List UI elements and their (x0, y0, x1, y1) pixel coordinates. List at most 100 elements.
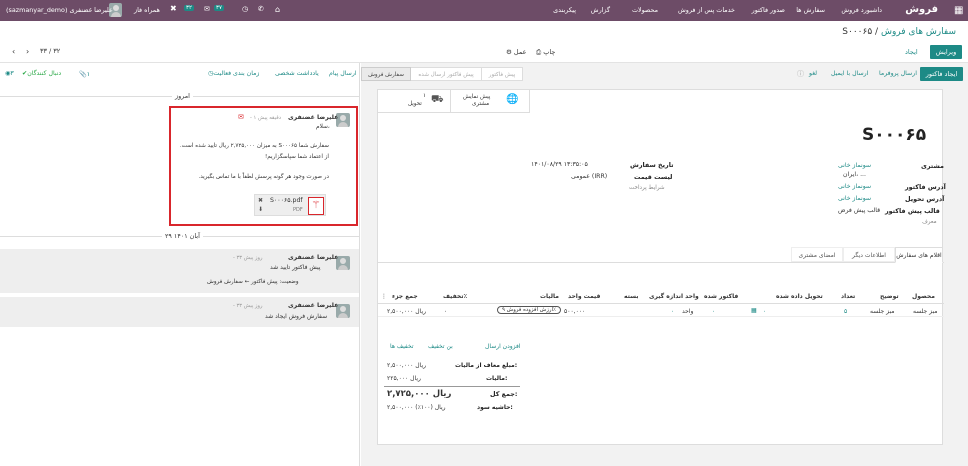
print-button[interactable]: ⎙ چاپ (536, 48, 555, 57)
cell-product[interactable]: مبز جلسه (913, 308, 938, 315)
menu-dashboard[interactable]: داشبورد فروش (841, 6, 882, 14)
col-delivered[interactable]: تحویل داده شده (776, 293, 823, 300)
follow-button[interactable]: ✔دنبال کنندگان (22, 70, 61, 77)
send-proforma-button[interactable]: ارسال پروفرما (879, 70, 917, 77)
payment-terms-field[interactable]: شرایط پرداخت (629, 185, 665, 191)
taxes-amount: ۲۲۵,۰۰۰ ریال (387, 375, 421, 382)
menu-configuration[interactable]: پیکربندی (553, 6, 576, 14)
order-date-field[interactable]: ۱۴۰۱/۰۸/۲۹ ۱۳:۳۵:۰۵ (531, 161, 588, 168)
breadcrumb-parent[interactable]: سفارش های فروش (881, 27, 956, 37)
add-shipping-button[interactable]: افزودن ارسال (485, 343, 521, 350)
col-subtotal[interactable]: جمع جزء (392, 293, 418, 300)
download-icon[interactable]: ⬇ (258, 206, 263, 213)
message-3-text: سفارش فروش ایجاد شد (265, 313, 328, 320)
message-2-tracking: وضعیت: پیش فاکتور ← سفارش فروش (207, 279, 299, 285)
remove-attachment-icon[interactable]: ✖ (258, 197, 263, 204)
column-options-icon[interactable]: ⋮ (381, 293, 387, 300)
preview-smart-button[interactable]: 🌐 پیش نمایش مشتری (450, 90, 530, 113)
invoice-address-label: آدرس فاکتور (905, 183, 946, 191)
menu-orders[interactable]: سفارش ها (796, 6, 825, 14)
pager-next-icon[interactable]: ‹ (12, 47, 15, 56)
message-2-author[interactable]: علیرضا غضنفری (288, 254, 338, 261)
message-3-author[interactable]: علیرضا غضنفری (288, 302, 338, 309)
cell-unit-price[interactable]: ۵۰۰,۰۰۰ (564, 308, 585, 315)
activity-count[interactable]: ۳۷ (214, 5, 224, 11)
cell-tax-tag[interactable]: ارزش افزوده فروش ۹٪ (497, 306, 561, 314)
cell-quantity[interactable]: ۵ (844, 308, 847, 315)
globe-icon: 🌐 (506, 94, 519, 105)
tab-order-lines[interactable]: اقلام های سفارش (895, 247, 943, 263)
col-invoiced[interactable]: فاکتور شده (704, 293, 738, 300)
app-title[interactable]: فروش (905, 4, 938, 15)
delivery-smart-button[interactable]: ⛟ ۱ تحویل (378, 90, 450, 113)
company-name[interactable]: همراه فاز (134, 6, 160, 14)
attachment-count[interactable]: 📎۱ (79, 70, 90, 78)
send-email-button[interactable]: ارسال با ایمیل (831, 70, 868, 77)
menu-products[interactable]: محصولات (632, 6, 658, 14)
gear-icon: ⚙ (506, 48, 514, 56)
col-unit-price[interactable]: قیمت واحد (568, 293, 600, 300)
pricelist-field[interactable]: عمومی (IRR) (571, 173, 607, 180)
menu-invoicing[interactable]: صدور فاکتور (752, 6, 785, 14)
coupon-button[interactable]: بن تخفیف (428, 343, 453, 350)
cell-package[interactable]: ۰ (671, 308, 674, 315)
tab-signature[interactable]: امضای مشتری (791, 247, 843, 262)
col-quantity[interactable]: تعداد (841, 293, 855, 300)
cell-discount[interactable]: ۰ (444, 308, 447, 315)
apps-menu-icon[interactable]: ▦ (954, 5, 963, 16)
referrer-label: معرف (922, 219, 937, 225)
promotions-button[interactable]: تخفیف ها (390, 343, 414, 350)
col-package[interactable]: بسته (624, 293, 638, 300)
col-uom[interactable]: واحد اندازه گیری (649, 293, 699, 300)
col-product[interactable]: محصول (912, 293, 935, 300)
col-discount[interactable]: تخفیف٪ (443, 293, 467, 300)
invoice-address-field[interactable]: سونماز خانی (838, 183, 871, 190)
phone-icon[interactable]: ✆ (258, 5, 264, 13)
chat-icon[interactable]: ✉ (204, 5, 210, 13)
forecast-icon[interactable]: ▦ (751, 307, 757, 314)
table-row-line (378, 316, 944, 317)
info-icon[interactable]: ⓘ (797, 69, 804, 79)
delivery-address-field[interactable]: سونماز خانی (838, 195, 871, 202)
truck-icon: ⛟ (431, 94, 444, 105)
action-button[interactable]: ⚙ عمل (506, 48, 526, 56)
menu-reporting[interactable]: گزارش (591, 6, 610, 14)
chat-count[interactable]: ۳۲ (184, 5, 194, 11)
message-author[interactable]: علیرضا غضنفری (288, 114, 338, 121)
tab-other-info[interactable]: اطلاعات دیگر (843, 247, 895, 262)
message-2-text: پیش فاکتور تایید شد (270, 264, 321, 271)
status-step-sent[interactable]: پیش فاکتور ارسال شده (410, 67, 482, 81)
cell-uom[interactable]: واحد (682, 308, 693, 315)
edit-button[interactable]: ویرایش (930, 45, 962, 59)
menu-after-sales[interactable]: خدمات پس از فروش (678, 6, 735, 14)
attachment-card[interactable]: ⚚ S۰۰۰۶۵.pdf PDF ✖ ⬇ (254, 194, 326, 216)
home-icon[interactable]: ⌂ (275, 5, 280, 14)
pager-value[interactable]: ۳۳ / ۳۲ (40, 47, 60, 55)
paperclip-icon: 📎 (79, 71, 87, 78)
pager-prev-icon[interactable]: › (26, 47, 29, 56)
cell-description[interactable]: مبز جلسه (870, 308, 895, 315)
create-invoice-button[interactable]: ایجاد فاکتور (920, 67, 963, 81)
taxes-label: مالیات: (486, 375, 508, 382)
clock-icon[interactable]: ◷ (242, 5, 248, 13)
create-button[interactable]: ایجاد (905, 48, 918, 56)
user-name[interactable]: علیرضا غضنفری (sazmanyar_demo) (6, 6, 113, 14)
attachment-name: S۰۰۰۶۵.pdf (270, 197, 303, 204)
status-step-quotation[interactable]: پیش فاکتور (481, 67, 523, 81)
margin-amount: ۲,۵۰۰,۰۰۰ ریال (۱۰۰٪) (387, 404, 446, 411)
cross-icon[interactable]: ✖ (170, 4, 177, 13)
col-description[interactable]: توضیح (880, 293, 899, 300)
log-note-button[interactable]: یادداشت شخصی (275, 70, 319, 77)
col-taxes[interactable]: مالیات (540, 293, 559, 300)
cancel-button[interactable]: لغو (809, 70, 817, 77)
status-step-sale-order[interactable]: سفارش فروش (361, 67, 411, 81)
followers-count[interactable]: ◉۳ (5, 70, 14, 77)
form-sheet: 🌐 پیش نمایش مشتری ⛟ ۱ تحویل S۰۰۰۶۵ مشتری… (377, 89, 946, 445)
margin-label: حاشیه سود: (477, 404, 513, 411)
quotation-template-field[interactable]: قالب پیش فرض (838, 207, 880, 214)
total-amount: ۲,۷۲۵,۰۰۰ ریال (387, 389, 452, 399)
schedule-activity-button[interactable]: ◷زمان بندی فعالیت (208, 70, 259, 77)
message-hello: سلام، (316, 124, 330, 130)
send-message-button[interactable]: ارسال پیام (329, 70, 357, 77)
customer-field[interactable]: سونماز خانی (838, 162, 871, 169)
